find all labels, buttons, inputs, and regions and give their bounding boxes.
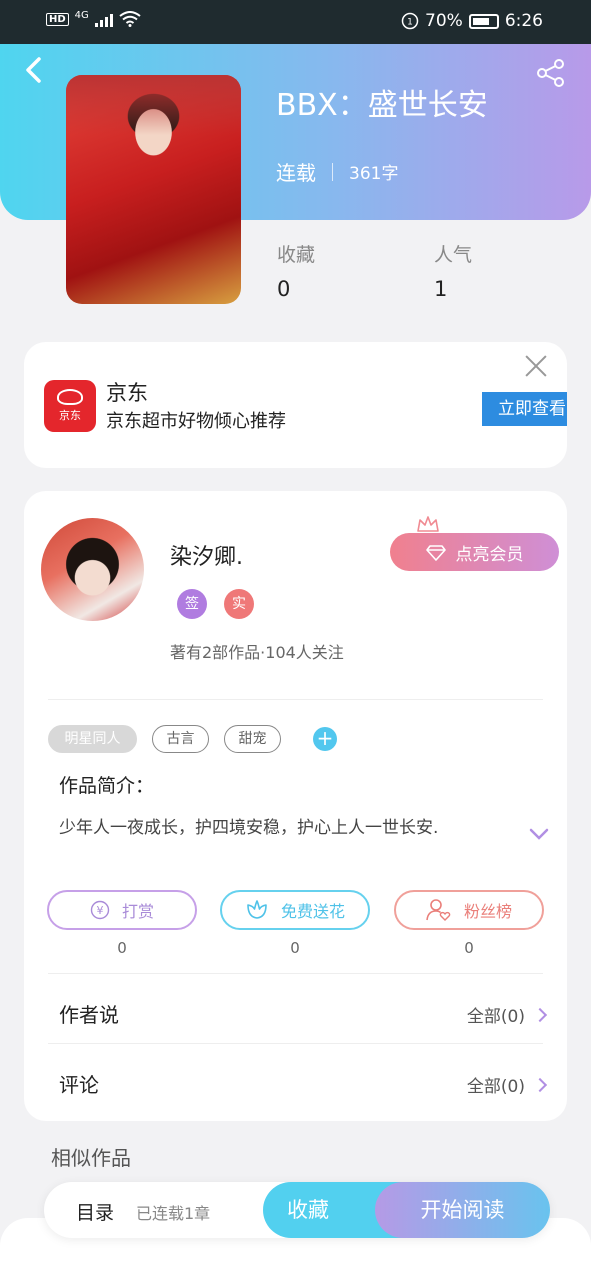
clock: 6:26	[504, 11, 543, 31]
ad-name: 京东	[106, 381, 148, 405]
chevron-right-icon	[532, 1077, 548, 1092]
battery-icon	[468, 13, 499, 29]
author-name[interactable]: 染汐卿.	[170, 539, 243, 571]
vip-button[interactable]: 点亮会员	[390, 533, 559, 571]
svg-text:1: 1	[407, 18, 413, 28]
close-icon[interactable]	[524, 354, 548, 378]
book-detail-card: 染汐卿. 签 实 著有2部作品·104人关注 点亮会员 明星同人 古言 甜宠 +…	[24, 491, 567, 1121]
tag-item[interactable]: 甜宠	[224, 725, 281, 753]
send-flower-label: 免费送花	[280, 902, 345, 921]
status-right: 1 70% 6:26	[401, 11, 543, 31]
tag-item[interactable]: 古言	[152, 725, 209, 753]
author-says-all-link[interactable]: 全部(0)	[466, 1002, 548, 1027]
ad-description: 京东超市好物倾心推荐	[106, 411, 286, 432]
serial-status: 连载	[276, 161, 316, 185]
verified-badge: 实	[224, 589, 254, 619]
tag-item[interactable]: 明星同人	[48, 725, 137, 753]
status-bar: HD 4G 1 70% 6:26	[0, 0, 591, 44]
back-arrow-icon[interactable]	[22, 56, 44, 90]
jd-logo-icon: 京东	[44, 380, 96, 432]
intro-label: 作品简介：	[59, 775, 155, 797]
bottom-action-bar: 目录 已连载1章 收藏 开始阅读	[44, 1182, 550, 1238]
catalog-button[interactable]: 目录	[76, 1198, 114, 1225]
stat-popularity-label: 人气	[434, 244, 473, 266]
book-meta: 连载 361字	[276, 157, 398, 186]
start-reading-button[interactable]: 开始阅读	[375, 1182, 550, 1238]
flower-count: 0	[290, 939, 300, 957]
chevron-right-icon	[532, 1007, 548, 1022]
divider	[48, 1043, 543, 1044]
stat-favorites-value: 0	[277, 277, 291, 301]
signal-icon	[94, 11, 113, 27]
book-title: BBX：盛世长安	[276, 88, 488, 123]
fan-heart-icon	[426, 899, 451, 921]
hd-icon: HD	[46, 12, 69, 26]
flower-icon	[247, 900, 267, 919]
wifi-icon	[119, 11, 141, 27]
network-type-label: 4G	[74, 9, 89, 21]
signed-badge: 签	[177, 589, 207, 619]
fan-count: 0	[464, 939, 474, 957]
fan-ranking-button[interactable]: 粉丝榜	[394, 890, 544, 930]
similar-works-heading: 相似作品	[51, 1146, 131, 1170]
word-count: 361字	[349, 164, 399, 184]
data-saver-icon: 1	[401, 12, 419, 30]
tip-label: 打赏	[121, 902, 154, 921]
ad-card[interactable]: 京东 京东 京东超市好物倾心推荐 立即查看	[24, 342, 567, 468]
status-left: HD 4G	[46, 9, 141, 27]
tip-count: 0	[117, 939, 127, 957]
author-meta: 著有2部作品·104人关注	[170, 643, 344, 662]
avatar[interactable]	[41, 518, 144, 621]
battery-percent: 70%	[425, 11, 463, 31]
book-cover[interactable]	[66, 75, 241, 304]
intro-text: 少年人一夜成长，护四境安稳，护心上人一世长安.	[59, 818, 439, 838]
send-flower-button[interactable]: 免费送花	[220, 890, 370, 930]
share-icon[interactable]	[536, 58, 566, 92]
divider	[48, 973, 543, 974]
vip-button-label: 点亮会员	[455, 544, 524, 565]
chevron-down-icon[interactable]	[528, 827, 550, 841]
serial-info: 已连载1章	[136, 1204, 211, 1223]
add-tag-button[interactable]: +	[313, 727, 337, 751]
stat-popularity-value: 1	[434, 277, 448, 301]
stat-favorites-label: 收藏	[277, 244, 316, 266]
diamond-icon	[425, 545, 446, 561]
author-says-label: 作者说	[59, 1003, 119, 1027]
svg-text:¥: ¥	[96, 904, 103, 917]
meta-divider	[332, 162, 333, 181]
comments-all-link[interactable]: 全部(0)	[466, 1072, 548, 1097]
fan-ranking-label: 粉丝榜	[463, 902, 512, 921]
comments-label: 评论	[59, 1073, 99, 1097]
crown-icon	[417, 516, 439, 532]
tip-button[interactable]: ¥ 打赏	[47, 890, 197, 930]
comments-count: 全部(0)	[466, 1077, 525, 1097]
author-says-count: 全部(0)	[466, 1007, 525, 1027]
yen-icon: ¥	[90, 900, 110, 920]
ad-cta-button[interactable]: 立即查看	[482, 392, 567, 426]
divider	[48, 699, 543, 700]
